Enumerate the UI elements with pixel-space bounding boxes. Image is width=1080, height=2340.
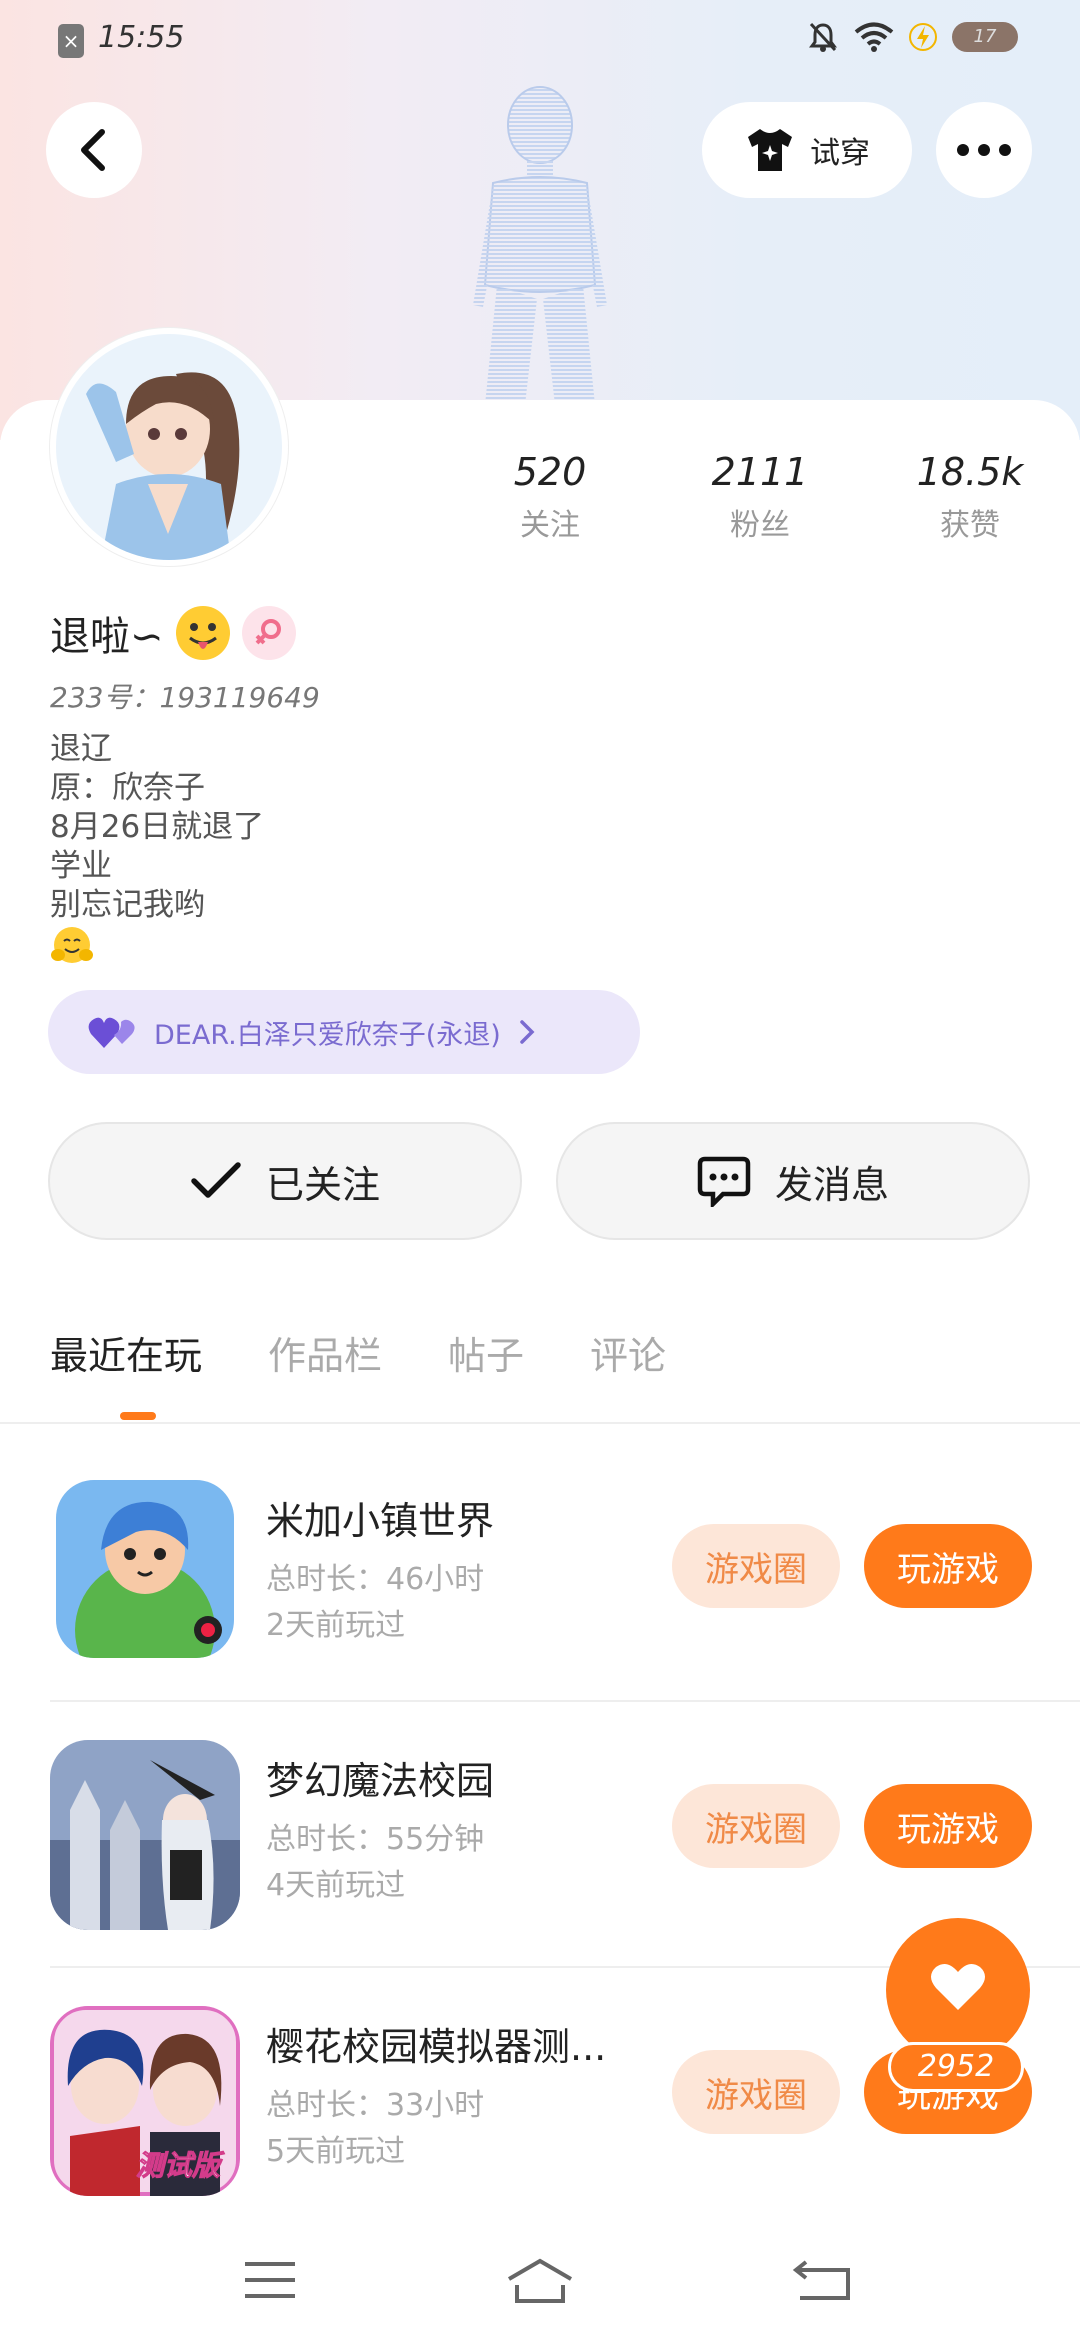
game-total-time: 总时长：33小时	[266, 2088, 485, 2123]
likes-stat[interactable]: 18.5k 获赞	[890, 450, 1050, 544]
home-icon	[507, 2258, 573, 2303]
back-icon	[81, 129, 105, 171]
game-icon-sakura-school: 测试版	[50, 2006, 240, 2196]
system-navigation-bar	[0, 2220, 1080, 2340]
double-heart-icon	[88, 1017, 135, 1048]
avatar[interactable]	[50, 328, 288, 566]
avatar-anime-girl-image	[56, 334, 282, 560]
profile-tabs: 最近在玩 作品栏 帖子 评论	[50, 1325, 666, 1380]
row-divider	[50, 1700, 1080, 1702]
more-button[interactable]	[936, 102, 1032, 198]
try-on-button[interactable]: 试穿	[702, 102, 912, 198]
tab-recently-played[interactable]: 最近在玩	[50, 1325, 202, 1380]
battery-indicator: 17	[952, 22, 1018, 52]
nickname-row: 退啦∽	[50, 604, 296, 662]
play-game-button[interactable]: 玩游戏	[864, 1784, 1032, 1868]
hugging-emoji-icon	[51, 927, 93, 963]
game-circle-button[interactable]: 游戏圈	[672, 1784, 840, 1868]
wifi-icon	[854, 22, 894, 52]
check-icon	[191, 1162, 241, 1198]
game-total-time: 总时长：46小时	[266, 1562, 485, 1597]
game-circle-button[interactable]: 游戏圈	[672, 2050, 840, 2134]
status-time: 15:55	[98, 20, 185, 55]
following-count: 520	[513, 450, 587, 494]
following-label: 关注	[520, 508, 580, 543]
game-icon-miga-town	[56, 1480, 234, 1658]
game-name: 樱花校园模拟器测...	[266, 2025, 607, 2069]
send-message-label: 发消息	[774, 1162, 889, 1207]
like-count: 2952	[888, 2042, 1024, 2092]
test-version-badge: 测试版	[135, 2149, 221, 2183]
game-last-played: 4天前玩过	[266, 1868, 406, 1903]
followed-label: 已关注	[265, 1162, 380, 1207]
gender-badge	[241, 606, 296, 660]
profile-stats: 520 关注 2111 粉丝 18.5k 获赞	[470, 450, 1050, 544]
tongue-emoji-icon	[175, 606, 230, 660]
following-stat[interactable]: 520 关注	[470, 450, 630, 544]
likes-label: 获赞	[940, 508, 1000, 543]
back-nav-button[interactable]	[782, 2250, 862, 2310]
like-floating-button[interactable]	[886, 1918, 1030, 2062]
chevron-right-icon	[520, 1020, 535, 1044]
game-circle-button[interactable]: 游戏圈	[672, 1524, 840, 1608]
menu-nav-button[interactable]	[230, 2250, 310, 2310]
charging-icon	[909, 23, 937, 51]
more-icon	[957, 144, 1011, 156]
game-last-played: 2天前玩过	[266, 1608, 406, 1643]
return-icon	[792, 2260, 850, 2300]
chat-bubble-icon	[697, 1156, 751, 1207]
bio-line: 8月26日就退了	[50, 809, 265, 845]
nickname: 退啦∽	[50, 614, 164, 660]
bio-line: 别忘记我哟	[50, 887, 205, 923]
dear-relationship-badge[interactable]: DEAR.白泽只爱欣奈子(永退)	[48, 990, 640, 1074]
heart-icon	[931, 1963, 985, 2010]
status-bar: × 15:55 17	[0, 0, 1080, 80]
user-id: 233号：193119649	[50, 681, 320, 714]
play-game-button[interactable]: 玩游戏	[864, 1524, 1032, 1608]
menu-icon	[245, 2262, 295, 2298]
tab-posts[interactable]: 帖子	[448, 1325, 524, 1380]
active-tab-indicator	[120, 1412, 156, 1420]
tshirt-icon	[748, 129, 792, 171]
bio-line: 退辽	[50, 731, 112, 767]
game-name: 梦幻魔法校园	[266, 1759, 495, 1803]
bio: 退辽 原：欣奈子 8月26日就退了 学业 别忘记我哟	[50, 730, 264, 975]
fans-stat[interactable]: 2111 粉丝	[680, 450, 840, 544]
back-button[interactable]	[46, 102, 142, 198]
game-total-time: 总时长：55分钟	[266, 1822, 485, 1857]
status-icons: 17	[806, 20, 1018, 54]
try-on-label: 试穿	[810, 136, 870, 171]
fans-label: 粉丝	[730, 508, 790, 543]
avatar-hologram-figure	[473, 86, 607, 405]
game-icon-magic-school	[50, 1740, 240, 1930]
send-message-button[interactable]: 发消息	[556, 1122, 1030, 1240]
tab-comments[interactable]: 评论	[590, 1325, 666, 1380]
home-nav-button[interactable]	[500, 2250, 580, 2310]
bio-line: 学业	[50, 848, 112, 884]
likes-count: 18.5k	[916, 450, 1024, 494]
tab-works[interactable]: 作品栏	[268, 1325, 382, 1380]
tabs-divider	[0, 1422, 1080, 1424]
dear-text: DEAR.白泽只爱欣奈子(永退)	[154, 1019, 501, 1051]
game-list-item[interactable]: 米加小镇世界 总时长：46小时 2天前玩过 游戏圈 玩游戏	[0, 1480, 1080, 1744]
followed-button[interactable]: 已关注	[48, 1122, 522, 1240]
bio-line: 原：欣奈子	[50, 770, 205, 806]
female-icon	[255, 619, 281, 645]
fans-count: 2111	[711, 450, 809, 494]
notification-close-icon: ×	[58, 24, 84, 58]
game-last-played: 5天前玩过	[266, 2134, 406, 2169]
mute-icon	[809, 22, 837, 52]
game-name: 米加小镇世界	[266, 1499, 495, 1543]
